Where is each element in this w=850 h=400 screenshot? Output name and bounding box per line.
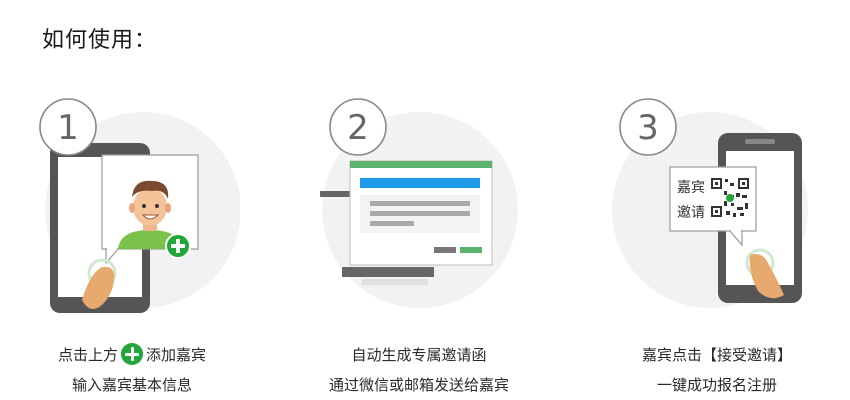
step-1-illustration: 1 (20, 95, 240, 315)
step-3-illustration: 嘉宾 邀请 3 (600, 95, 820, 315)
caption-text: 点击上方 (57, 346, 118, 364)
step-1-caption-line2: 输入嘉宾基本信息 (71, 376, 192, 394)
step-2-caption: 自动生成专属邀请函 通过微信或邮箱发送给嘉宾 (299, 340, 539, 400)
step-3-number: 3 (637, 108, 659, 148)
step-1-caption: 点击上方 添加嘉宾 输入嘉宾基本信息 (12, 340, 252, 400)
card-label-line2: 邀请 (677, 205, 705, 221)
step-2-illustration: 2 (310, 95, 530, 315)
caption-text: 添加嘉宾 (146, 346, 207, 364)
page-title: 如何使用： (42, 28, 158, 53)
step-3-caption-line1: 嘉宾点击【接受邀请】 (641, 346, 792, 364)
add-plus-icon (121, 343, 143, 365)
step-1-caption-line1: 点击上方 添加嘉宾 (12, 340, 252, 370)
step-3-caption-line2: 一键成功报名注册 (656, 376, 777, 394)
step-2-caption-line1: 自动生成专属邀请函 (351, 346, 487, 364)
qr-code-icon (710, 177, 750, 219)
step-2-caption-line2: 通过微信或邮箱发送给嘉宾 (328, 376, 509, 394)
card-label-line1: 嘉宾 (677, 180, 705, 196)
step-2-number: 2 (347, 108, 369, 148)
step-1-number: 1 (57, 108, 79, 148)
step-3-caption: 嘉宾点击【接受邀请】 一键成功报名注册 (597, 340, 837, 400)
